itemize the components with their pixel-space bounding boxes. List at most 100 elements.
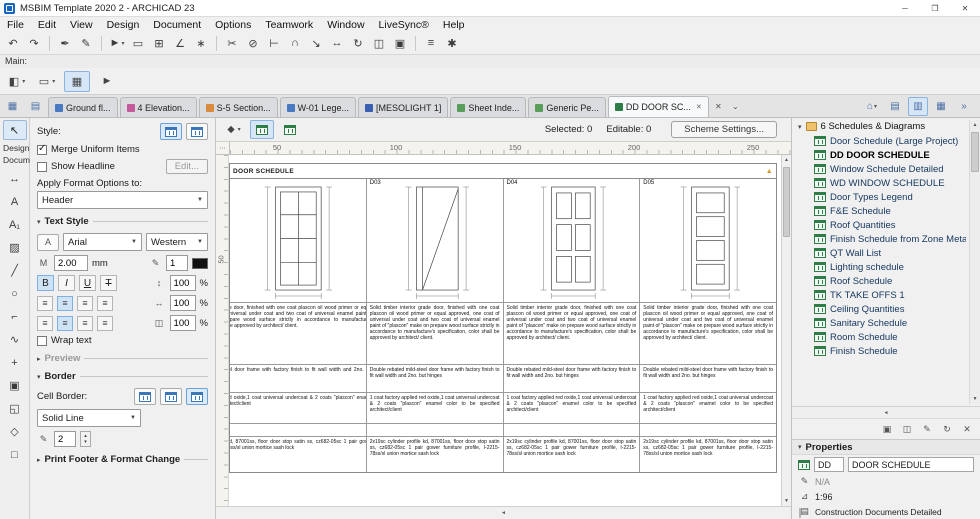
resize-icon[interactable]: ↘ (306, 34, 326, 53)
edit-icon[interactable]: ✎ (918, 421, 936, 438)
favorites-icon[interactable]: ◧ ▾ (4, 71, 30, 92)
width-factor-input[interactable] (169, 315, 196, 331)
project-chooser-icon[interactable]: ⌂ ▾ (862, 97, 882, 116)
pick-up-parameters-icon[interactable]: ✒ (55, 34, 75, 53)
tab-ground-floor[interactable]: Ground fl... (48, 97, 118, 117)
menu-file[interactable]: File (0, 19, 31, 31)
schedule-name-field[interactable]: DOOR SCHEDULE (848, 457, 974, 472)
valign-justify-button[interactable]: ≡ (97, 315, 113, 331)
door-frame-cell[interactable]: Double rebated mild-steel door frame wit… (640, 365, 776, 393)
marquee-options-icon[interactable]: ▭ ▾ (34, 71, 60, 92)
tab-mesolight-3d[interactable]: [MESOLIGHT 1] (357, 97, 449, 117)
tab-door-schedule[interactable]: DD DOOR SC... ✕ (607, 96, 709, 117)
apply-format-select[interactable]: Header ▼ (37, 191, 208, 209)
tree-item[interactable]: TK TAKE OFFS 1 (798, 288, 966, 302)
view-map-icon[interactable]: ▥ (908, 97, 928, 116)
split-icon[interactable]: ⊘ (243, 34, 263, 53)
merge-uniform-items-checkbox[interactable] (37, 143, 47, 155)
wrap-text-checkbox[interactable] (37, 335, 47, 346)
strikethrough-button[interactable]: T (100, 275, 117, 291)
redo-icon[interactable]: ↷ (24, 34, 44, 53)
tree-item[interactable]: Door Types Legend (798, 190, 966, 204)
bold-button[interactable]: B (37, 275, 54, 291)
select-tool-icon[interactable]: ↖ (2, 120, 27, 140)
scroll-down-icon[interactable] (782, 496, 791, 506)
valign-top-button[interactable]: ≡ (37, 315, 53, 331)
new-item-icon[interactable]: ▣ (878, 421, 896, 438)
tab-legend[interactable]: W-01 Lege... (279, 97, 356, 117)
pre-selection-icon[interactable]: ▦ (64, 70, 90, 92)
menu-help[interactable]: Help (436, 19, 472, 31)
update-icon[interactable]: ↻ (938, 421, 956, 438)
move-icon[interactable]: ↔ (327, 34, 347, 53)
drawing-tool-icon[interactable]: ◱ (3, 397, 27, 420)
schedule-column-d03[interactable]: D03 Solid timber interior grade door, fi… (366, 179, 504, 472)
maximize-button[interactable]: ❐ (920, 0, 950, 16)
pen-sets-icon[interactable]: ◆ ▾ (222, 120, 246, 139)
expander-icon[interactable]: ▾ (798, 123, 802, 131)
intersect-icon[interactable]: ∩ (285, 34, 305, 53)
close-tab-icon[interactable]: ✕ (696, 103, 702, 111)
door-leaf-description-cell[interactable]: Solid timber interior grade door, finish… (366, 303, 503, 365)
tree-horizontal-scrollbar[interactable] (792, 406, 980, 418)
toolbox-group-document[interactable]: Docume (0, 155, 35, 167)
scroll-left-icon[interactable] (792, 408, 980, 418)
rotate-icon[interactable]: ↻ (348, 34, 368, 53)
tab-generic-perspective[interactable]: Generic Pe... (528, 97, 606, 117)
tree-item[interactable]: Sanitary Schedule (798, 316, 966, 330)
text-style-section-header[interactable]: Text Style (37, 216, 208, 227)
toolbox-group-design[interactable]: Design (0, 143, 29, 155)
schedule-id-field[interactable]: DD (814, 457, 844, 472)
cursor-icon[interactable]: ► (94, 71, 120, 92)
border-line-type-select[interactable]: Solid Line ▼ (37, 409, 141, 427)
border-pen-input[interactable] (54, 431, 76, 447)
tree-item-selected[interactable]: DD DOOR SCHEDULE (798, 148, 966, 162)
adjust-icon[interactable]: ⊢ (264, 34, 284, 53)
tree-item[interactable]: Window Schedule Detailed (798, 162, 966, 176)
tree-vertical-scrollbar[interactable] (969, 120, 980, 404)
tree-item[interactable]: Finish Schedule (798, 344, 966, 358)
tree-item[interactable]: Room Schedule (798, 330, 966, 344)
scroll-up-icon[interactable] (970, 120, 980, 130)
tab-elevations[interactable]: 4 Elevation... (119, 97, 197, 117)
section-tool-icon[interactable]: ◇ (3, 420, 27, 443)
door-elevation-cell[interactable]: D03 (366, 179, 503, 303)
scheme-settings-button[interactable]: Scheme Settings... (671, 121, 777, 138)
border-all-button[interactable] (186, 388, 208, 405)
door-elevation-cell[interactable] (230, 179, 366, 303)
door-leaf-description-cell[interactable]: Solid timber interior grade door, finish… (503, 303, 640, 365)
text-tool-icon[interactable]: A (3, 190, 27, 213)
quick-layout-icon[interactable]: ▦ (2, 97, 23, 116)
tab-list-button[interactable]: ⌄ (728, 97, 743, 116)
border-pen-spinner[interactable] (80, 431, 91, 447)
tree-item[interactable]: Finish Schedule from Zone Metac (798, 232, 966, 246)
project-map-icon[interactable]: ▤ (885, 97, 905, 116)
menu-view[interactable]: View (63, 19, 100, 31)
door-finish-cell[interactable]: 1 coat factory applied red oxide,1 coat … (366, 393, 503, 424)
delete-icon[interactable]: ✕ (958, 421, 976, 438)
vertical-scrollbar[interactable] (781, 155, 791, 506)
trim-icon[interactable]: ✂ (222, 34, 242, 53)
door-leaf-description-cell[interactable]: Solid timber interior grade door, finish… (640, 303, 776, 365)
collapse-icon[interactable]: ▲ (766, 168, 773, 175)
door-ironmongery-cell[interactable]: 2x19sc cylinder profile kd, 87001ss, flo… (230, 437, 366, 472)
door-ironmongery-cell[interactable]: 2x19sc cylinder profile kd, 87001ss, flo… (640, 437, 776, 472)
align-icon[interactable]: ≡ (421, 34, 441, 53)
tree-root-schedules[interactable]: ▾ 6 Schedules & Diagrams (798, 121, 966, 132)
options-icon[interactable]: ✱ (442, 34, 462, 53)
scroll-up-icon[interactable] (782, 155, 791, 165)
polyline-tool-icon[interactable]: ⌐ (3, 305, 27, 328)
pen-color-swatch[interactable] (192, 257, 208, 269)
line-tool-icon[interactable]: ╱ (3, 259, 27, 282)
empty-cell[interactable] (366, 424, 503, 437)
border-none-button[interactable] (134, 388, 156, 405)
align-right-button[interactable]: ≡ (77, 295, 93, 311)
door-finish-cell[interactable]: 1 coat factory applied red oxide,1 coat … (640, 393, 776, 424)
line-spacing-input[interactable] (169, 275, 196, 291)
multiply-icon[interactable]: ▣ (390, 34, 410, 53)
menu-teamwork[interactable]: Teamwork (258, 19, 320, 31)
italic-button[interactable]: I (58, 275, 75, 291)
font-script-select[interactable]: Western ▼ (146, 233, 208, 251)
arrow-tool-icon[interactable]: ► ▾ (107, 34, 127, 53)
scale-value[interactable]: 1:96 (815, 492, 833, 502)
